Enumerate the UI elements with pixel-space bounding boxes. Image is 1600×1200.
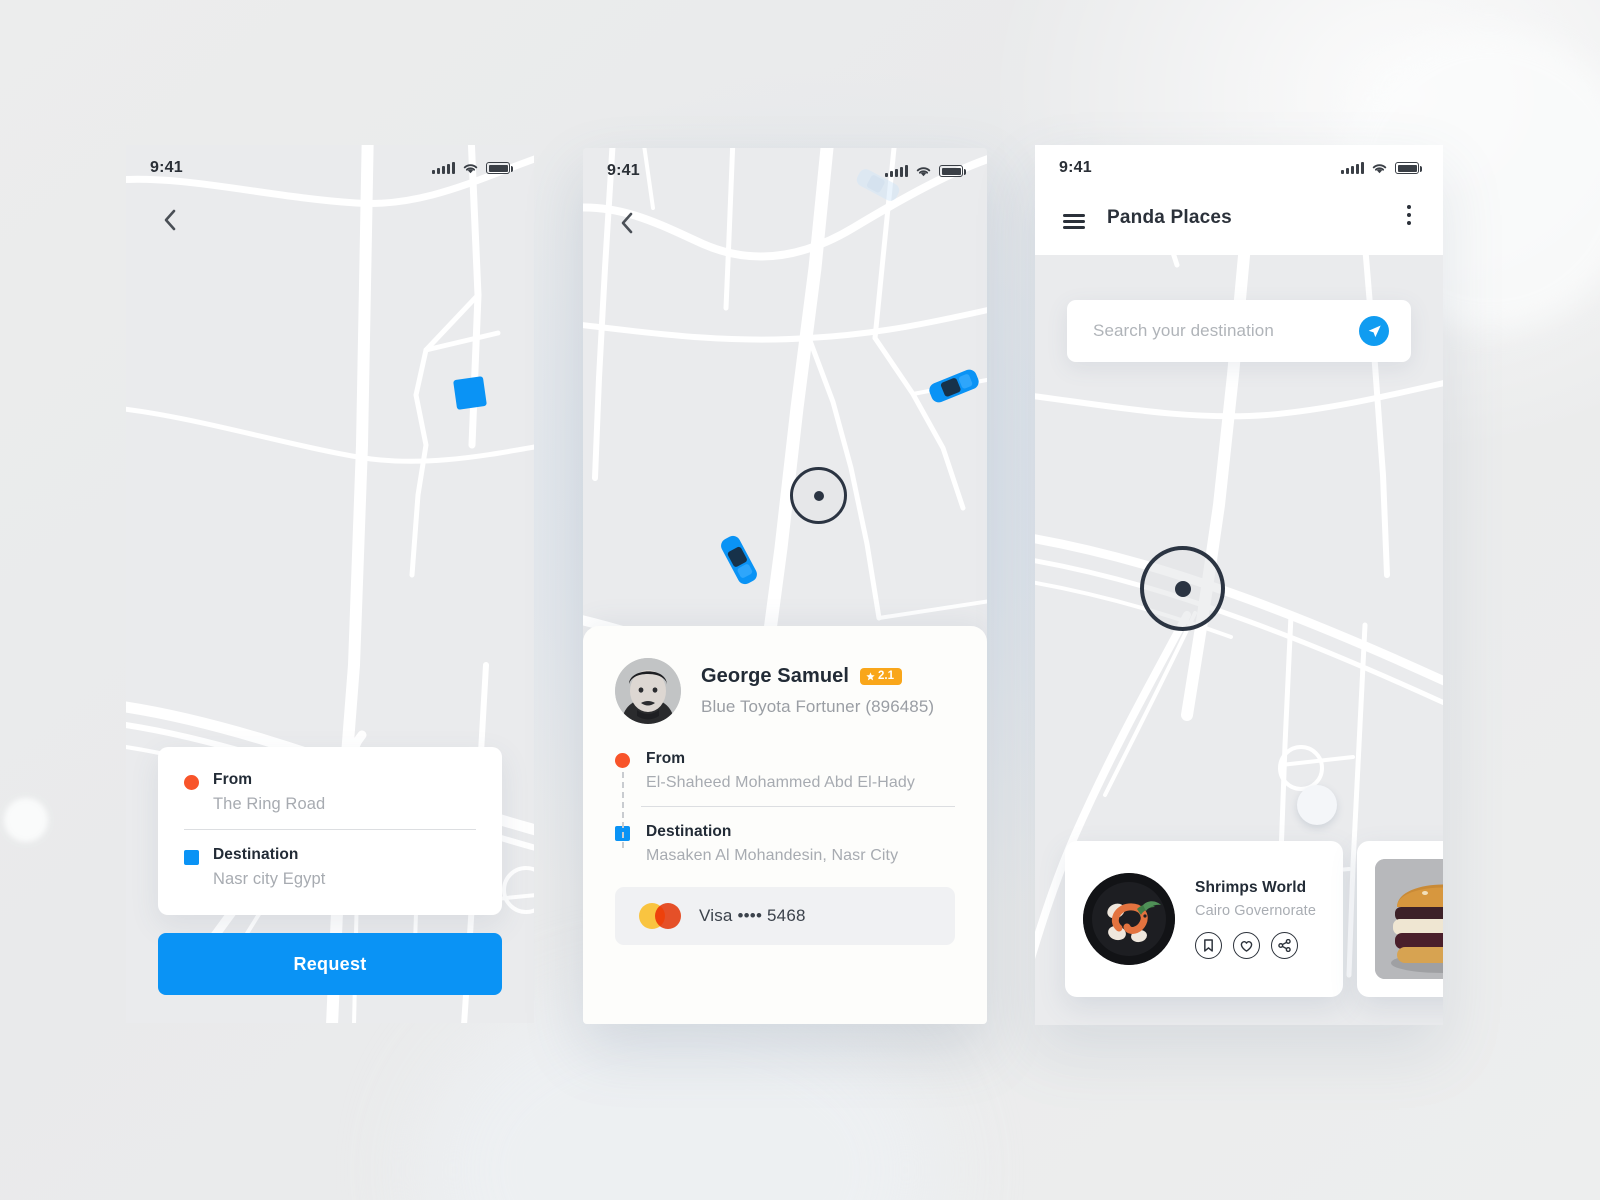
decorative-blob-left xyxy=(4,798,48,842)
status-time: 9:41 xyxy=(607,162,640,179)
kebab-menu-icon[interactable] xyxy=(1403,201,1415,229)
status-bar-1: 9:41 xyxy=(126,145,534,191)
route-from-row[interactable]: From The Ring Road xyxy=(184,771,476,814)
driver-avatar xyxy=(615,658,681,724)
origin-dot-icon xyxy=(615,753,630,768)
driver-header: George Samuel 2.1 Blue Toyota Fortuner (… xyxy=(615,658,955,724)
star-icon xyxy=(866,672,875,681)
places-carousel[interactable]: Shrimps World Cairo Governorate xyxy=(1065,841,1443,997)
driver-rating-badge: 2.1 xyxy=(860,667,903,686)
heart-icon[interactable] xyxy=(1233,932,1260,959)
route-divider xyxy=(184,829,476,830)
destination-label: Destination xyxy=(646,823,732,840)
battery-icon xyxy=(1395,162,1422,174)
destination-label: Destination xyxy=(213,846,299,863)
place-location: Cairo Governorate xyxy=(1195,903,1316,919)
place-actions xyxy=(1195,932,1316,959)
user-location-puck xyxy=(1140,546,1225,631)
battery-icon xyxy=(486,162,513,174)
from-label: From xyxy=(213,771,253,788)
status-time: 9:41 xyxy=(1059,159,1092,176)
screen-request-ride: 9:41 From The Ring Road Destination Nasr… xyxy=(126,145,534,1023)
chevron-left-icon xyxy=(621,212,632,234)
burger-photo xyxy=(1375,859,1443,979)
wifi-icon xyxy=(1372,163,1387,173)
driver-rating-value: 2.1 xyxy=(878,669,895,682)
shrimp-plate-photo xyxy=(1083,873,1175,965)
route-card: From The Ring Road Destination Nasr city… xyxy=(158,747,502,915)
share-icon[interactable] xyxy=(1271,932,1298,959)
bookmark-icon[interactable] xyxy=(1195,932,1222,959)
route-connector xyxy=(622,772,624,848)
driver-vehicle: Blue Toyota Fortuner (896485) xyxy=(701,697,935,716)
signal-bars-icon xyxy=(885,165,908,177)
mastercard-icon xyxy=(639,903,681,929)
destination-square-icon xyxy=(184,850,199,865)
destination-value: Nasr city Egypt xyxy=(213,870,326,888)
hamburger-menu-icon[interactable] xyxy=(1063,214,1085,229)
from-value: El-Shaheed Mohammed Abd El-Hady xyxy=(646,774,916,791)
destination-value: Masaken Al Mohandesin, Nasr City xyxy=(646,847,899,864)
screen-panda-places: Panda Places 9:41 Search your destinatio… xyxy=(1035,145,1443,1025)
request-button[interactable]: Request xyxy=(158,933,502,995)
place-name: Shrimps World xyxy=(1195,879,1307,896)
driver-name: George Samuel xyxy=(701,665,850,687)
back-button[interactable] xyxy=(154,203,184,237)
trip-divider xyxy=(641,806,955,807)
status-bar-2: 9:41 xyxy=(583,148,987,194)
search-input[interactable]: Search your destination xyxy=(1093,321,1359,341)
back-button[interactable] xyxy=(611,206,641,240)
destination-marker-icon xyxy=(453,376,487,410)
from-label: From xyxy=(646,750,686,767)
trip-destination-row[interactable]: Destination Masaken Al Mohandesin, Nasr … xyxy=(615,823,955,865)
signal-bars-icon xyxy=(432,162,455,174)
wifi-icon xyxy=(916,166,931,176)
driver-info-sheet: George Samuel 2.1 Blue Toyota Fortuner (… xyxy=(583,626,987,1024)
place-card[interactable]: Shrimps World Cairo Governorate xyxy=(1065,841,1343,997)
trip-route: From El-Shaheed Mohammed Abd El-Hady Des… xyxy=(615,750,955,865)
search-bar[interactable]: Search your destination xyxy=(1067,300,1411,362)
screen-driver-assigned: 9:41 George Samuel 2.1 Blue Toyota Fortu… xyxy=(583,148,987,1024)
map-poi-marker[interactable] xyxy=(1297,785,1337,825)
status-time: 9:41 xyxy=(150,159,183,176)
status-bar-3: 9:41 xyxy=(1035,145,1443,191)
wifi-icon xyxy=(463,163,478,173)
payment-method-row[interactable]: Visa •••• 5468 xyxy=(615,887,955,945)
page-title: Panda Places xyxy=(1107,207,1232,228)
signal-bars-icon xyxy=(1341,162,1364,174)
user-location-puck xyxy=(790,467,847,524)
origin-dot-icon xyxy=(184,775,199,790)
payment-label: Visa •••• 5468 xyxy=(699,906,806,925)
battery-icon xyxy=(939,165,966,177)
route-destination-row[interactable]: Destination Nasr city Egypt xyxy=(184,846,476,889)
navigate-arrow-icon[interactable] xyxy=(1359,316,1389,346)
from-value: The Ring Road xyxy=(213,795,326,813)
trip-from-row[interactable]: From El-Shaheed Mohammed Abd El-Hady xyxy=(615,750,955,792)
place-card[interactable] xyxy=(1357,841,1443,997)
chevron-left-icon xyxy=(164,209,175,231)
